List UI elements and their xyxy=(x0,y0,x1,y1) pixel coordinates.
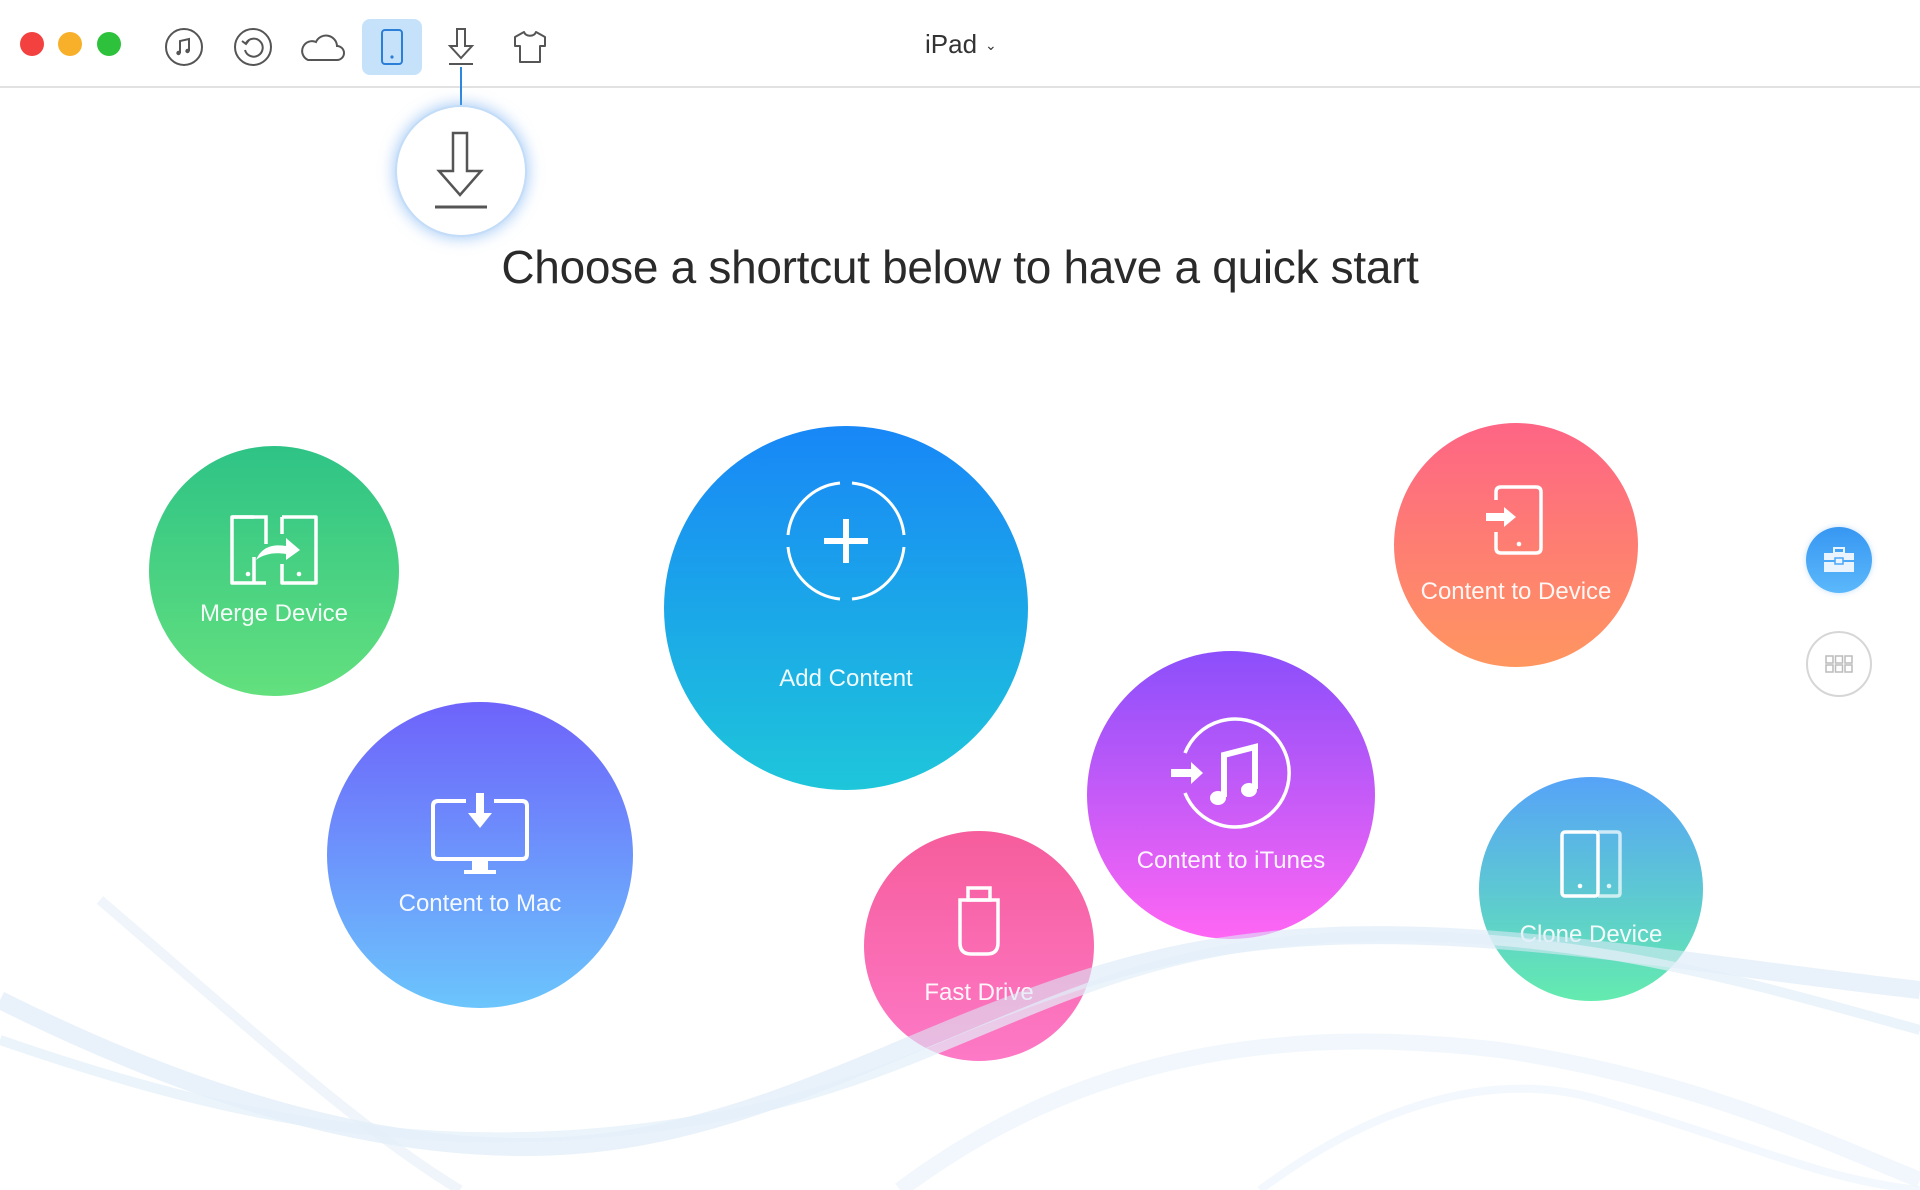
clone-device-icon xyxy=(1560,830,1622,898)
shortcut-merge-device[interactable]: Merge Device xyxy=(149,446,399,696)
monitor-download-icon xyxy=(431,793,529,874)
shortcut-label: Content to Device xyxy=(1420,578,1612,605)
music-note-icon xyxy=(165,28,203,66)
toolbar-icloud-button[interactable] xyxy=(292,19,352,75)
grid-view-button[interactable] xyxy=(1806,631,1872,697)
shortcut-clone-device[interactable]: Clone Device xyxy=(1479,777,1703,1001)
shortcut-label: Clone Device xyxy=(1519,921,1663,948)
shortcut-add-content[interactable]: Add Content xyxy=(664,426,1028,790)
grid-icon xyxy=(1825,655,1853,673)
device-import-icon xyxy=(1486,485,1543,555)
shortcut-fast-drive[interactable]: Fast Drive xyxy=(864,831,1094,1061)
toolbox-icon xyxy=(1824,547,1854,572)
toolbar-device-button[interactable] xyxy=(362,19,422,75)
shortcut-content-to-device[interactable]: Content to Device xyxy=(1394,423,1638,667)
minimize-window-button[interactable] xyxy=(58,32,82,56)
device-selector[interactable]: iPad ⌄ xyxy=(925,24,997,64)
tablet-icon xyxy=(381,29,403,65)
chevron-down-icon: ⌄ xyxy=(985,36,997,53)
shortcut-label: Fast Drive xyxy=(924,979,1034,1006)
restore-icon xyxy=(234,28,272,66)
merge-device-icon xyxy=(230,515,318,585)
shortcut-content-to-itunes[interactable]: Content to iTunes xyxy=(1087,651,1375,939)
device-name: iPad xyxy=(925,28,978,59)
shortcut-content-to-mac[interactable]: Content to Mac xyxy=(327,702,633,1008)
toolbar-music-button[interactable] xyxy=(154,19,214,75)
shortcut-label: Content to Mac xyxy=(398,890,562,917)
close-window-button[interactable] xyxy=(20,32,44,56)
download-icon xyxy=(435,131,487,209)
usb-drive-icon xyxy=(958,886,1000,956)
shortcut-label: Add Content xyxy=(779,665,913,692)
page-headline: Choose a shortcut below to have a quick … xyxy=(501,241,1419,293)
toolbar-theme-button[interactable] xyxy=(500,19,560,75)
tooltip-connector-line xyxy=(460,67,462,107)
download-highlight-tooltip xyxy=(397,107,525,235)
add-content-icon xyxy=(786,481,906,601)
shortcut-label: Content to iTunes xyxy=(1136,847,1326,874)
title-bar: iPad ⌄ xyxy=(0,0,1920,88)
zoom-window-button[interactable] xyxy=(97,32,121,56)
toolbar-restore-button[interactable] xyxy=(223,19,283,75)
tshirt-icon xyxy=(514,31,546,63)
shortcut-label: Merge Device xyxy=(199,600,349,627)
cloud-icon xyxy=(301,34,345,61)
itunes-import-icon xyxy=(1171,717,1291,829)
toolbox-button[interactable] xyxy=(1806,527,1872,593)
download-icon xyxy=(447,28,475,65)
